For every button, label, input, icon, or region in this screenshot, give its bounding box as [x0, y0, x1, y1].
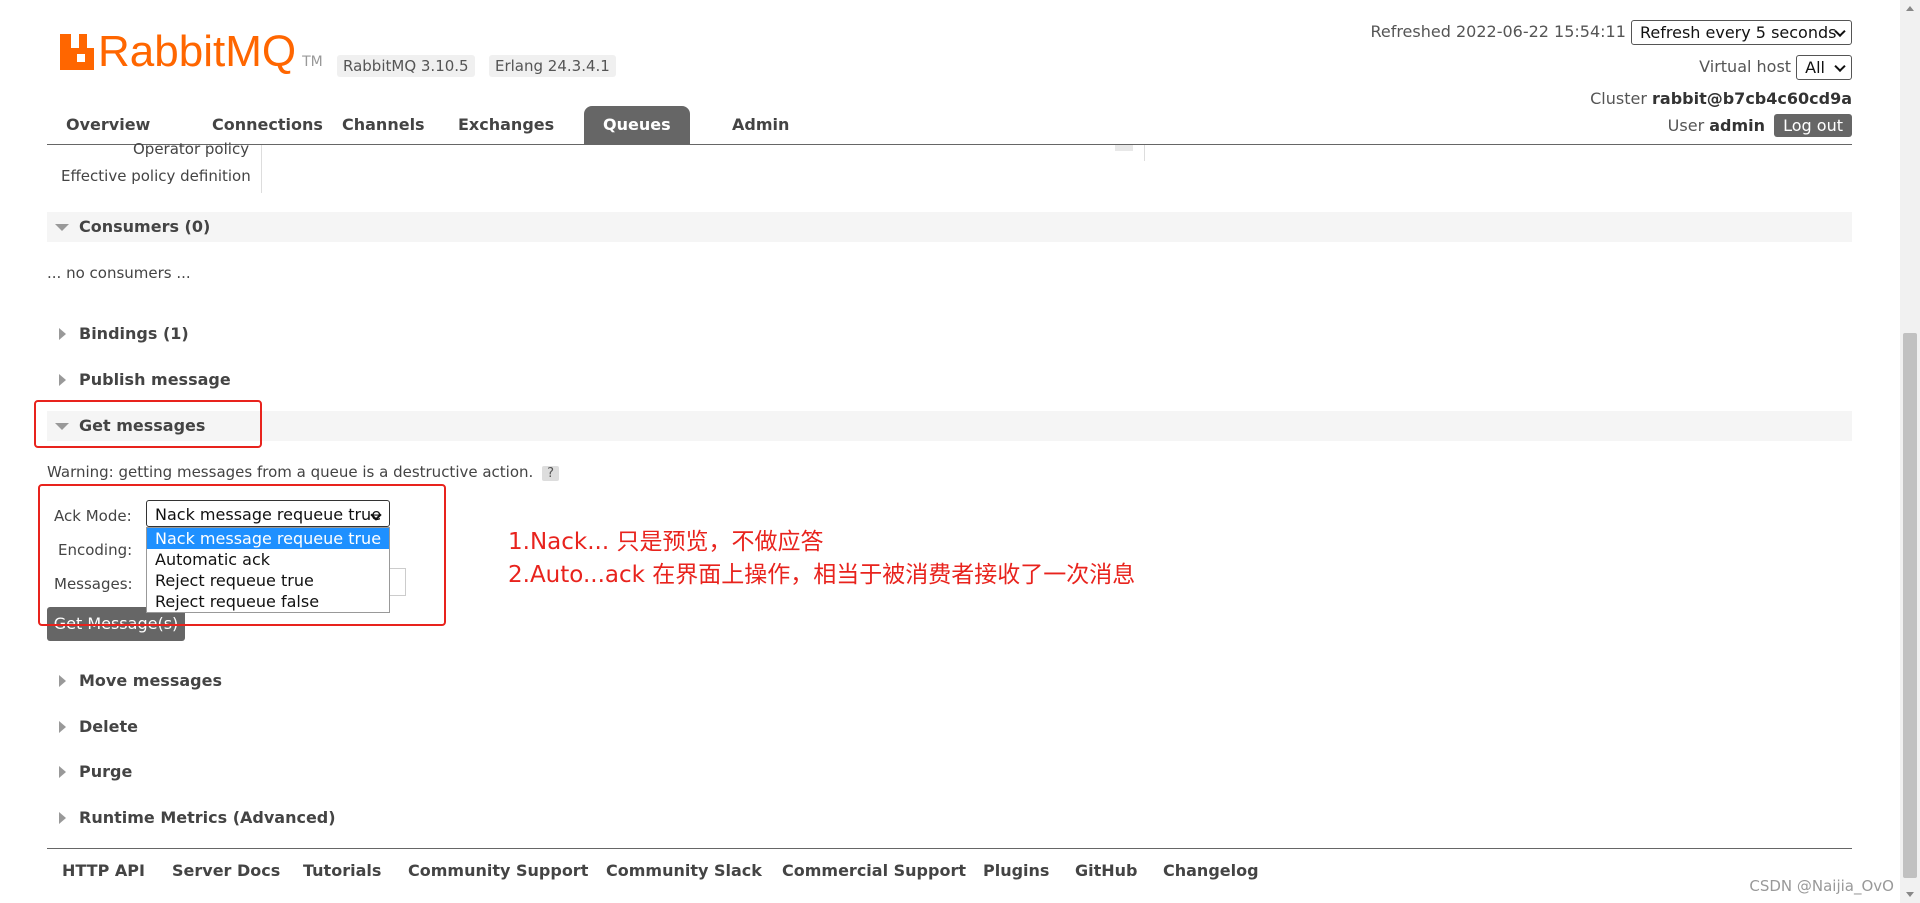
refresh-row: Refreshed 2022-06-22 15:54:11 Refresh ev…: [1370, 20, 1852, 45]
get-messages-section-header[interactable]: Get messages: [47, 411, 1852, 441]
triangle-right-icon: [59, 374, 66, 386]
refreshed-label: Refreshed: [1370, 22, 1451, 41]
table-divider: [261, 145, 262, 193]
tab-connections[interactable]: Connections: [193, 106, 342, 144]
operator-policy-label: Operator policy: [133, 140, 250, 158]
refreshed-time: 2022-06-22 15:54:11: [1455, 22, 1626, 41]
runtime-metrics-section-header[interactable]: Runtime Metrics (Advanced): [47, 803, 1852, 833]
footer-link-community-support[interactable]: Community Support: [408, 861, 588, 880]
virtual-host-select[interactable]: All: [1796, 55, 1852, 80]
delete-section-header[interactable]: Delete: [47, 712, 1852, 742]
consumers-section-header[interactable]: Consumers (0): [47, 212, 1852, 242]
bindings-title: Bindings (1): [79, 324, 189, 343]
purge-section-header[interactable]: Purge: [47, 757, 1852, 787]
triangle-right-icon: [59, 766, 66, 778]
triangle-right-icon: [59, 675, 66, 687]
move-messages-section-header[interactable]: Move messages: [47, 666, 1852, 696]
footer-link-plugins[interactable]: Plugins: [983, 861, 1049, 880]
footer-divider: [47, 848, 1852, 849]
scroll-up-icon[interactable]: [1906, 6, 1914, 11]
footer-link-http-api[interactable]: HTTP API: [62, 861, 145, 880]
triangle-right-icon: [59, 812, 66, 824]
brand-name: RabbitMQ: [98, 27, 297, 76]
partial-cell: [1115, 145, 1133, 151]
runtime-metrics-title: Runtime Metrics (Advanced): [79, 808, 336, 827]
publish-section-header[interactable]: Publish message: [47, 365, 1852, 395]
csdn-watermark: CSDN @Naijia_OvO: [1749, 877, 1894, 895]
help-icon[interactable]: ?: [542, 466, 559, 481]
warning-text: Warning: getting messages from a queue i…: [47, 463, 534, 481]
virtual-host-label: Virtual host: [1699, 57, 1792, 76]
rabbitmq-logo[interactable]: RabbitMQ TM: [60, 30, 323, 74]
destructive-warning: Warning: getting messages from a queue i…: [47, 463, 559, 481]
delete-title: Delete: [79, 717, 138, 736]
triangle-down-icon: [55, 224, 69, 231]
tab-queues[interactable]: Queues: [584, 106, 690, 144]
refresh-interval-value: Refresh every 5 seconds: [1640, 23, 1837, 42]
highlight-box-ack-mode: [38, 484, 446, 626]
publish-title: Publish message: [79, 370, 231, 389]
purge-title: Purge: [79, 762, 133, 781]
annotation-line-1: 1.Nack... 只是预览，不做应答: [508, 529, 824, 555]
page-scrollbar[interactable]: [1900, 0, 1920, 903]
refresh-interval-select[interactable]: Refresh every 5 seconds: [1631, 20, 1852, 45]
chevron-down-icon: [1834, 60, 1846, 72]
move-messages-title: Move messages: [79, 671, 222, 690]
footer-link-tutorials[interactable]: Tutorials: [303, 861, 381, 880]
footer-link-server-docs[interactable]: Server Docs: [172, 861, 280, 880]
footer-link-community-slack[interactable]: Community Slack: [606, 861, 762, 880]
rabbit-logo-icon: [60, 34, 94, 70]
tab-exchanges[interactable]: Exchanges: [439, 106, 573, 144]
virtual-host-row: Virtual host All: [1699, 55, 1852, 80]
footer-link-github[interactable]: GitHub: [1075, 861, 1138, 880]
virtual-host-value: All: [1805, 58, 1825, 77]
erlang-version-badge: Erlang 24.3.4.1: [489, 55, 616, 77]
trademark: TM: [302, 54, 323, 70]
triangle-right-icon: [59, 328, 66, 340]
footer-link-changelog[interactable]: Changelog: [1163, 861, 1259, 880]
highlight-box-get-messages: [34, 400, 262, 448]
tab-channels[interactable]: Channels: [323, 106, 444, 144]
effective-policy-label: Effective policy definition: [61, 167, 251, 185]
no-consumers-text: ... no consumers ...: [47, 264, 191, 282]
annotation-line-2: 2.Auto...ack 在界面上操作，相当于被消费者接收了一次消息: [508, 562, 1136, 588]
scrollbar-thumb[interactable]: [1903, 333, 1917, 878]
main-nav: Overview Connections Channels Exchanges …: [47, 106, 1852, 145]
tab-admin[interactable]: Admin: [713, 106, 808, 144]
table-divider: [1144, 145, 1145, 161]
bindings-section-header[interactable]: Bindings (1): [47, 319, 1852, 349]
rabbitmq-version-badge: RabbitMQ 3.10.5: [337, 55, 475, 77]
tab-overview[interactable]: Overview: [47, 106, 169, 144]
footer-link-commercial-support[interactable]: Commercial Support: [782, 861, 966, 880]
page: RabbitMQ TM RabbitMQ 3.10.5 Erlang 24.3.…: [0, 0, 1920, 903]
triangle-right-icon: [59, 721, 66, 733]
consumers-title: Consumers (0): [79, 217, 211, 236]
scroll-down-icon[interactable]: [1906, 892, 1914, 897]
